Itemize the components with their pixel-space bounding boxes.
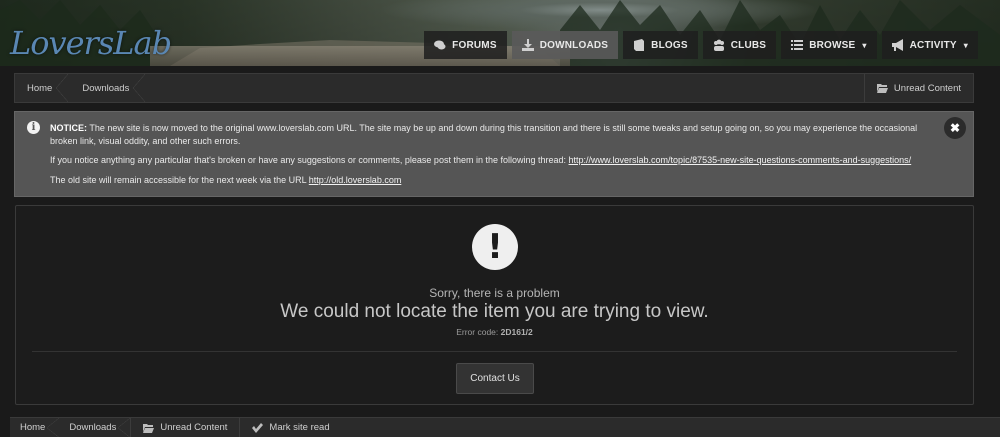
site-notice: i NOTICE: The new site is now moved to t… (14, 111, 974, 197)
error-panel: ! Sorry, there is a problem We could not… (15, 205, 974, 405)
site-logo[interactable]: LoversLab (10, 24, 172, 62)
site-header: LoversLab Forums Downloads Blogs Clubs B… (0, 0, 1000, 66)
footer-unread-content-link[interactable]: Unread Content (130, 418, 239, 437)
comments-icon (434, 40, 446, 50)
breadcrumb-home[interactable]: Home (15, 74, 69, 102)
notice-line-1: NOTICE: The new site is now moved to the… (50, 122, 935, 148)
nav-clubs[interactable]: Clubs (702, 31, 777, 59)
nav-blogs-label: Blogs (651, 39, 688, 51)
contact-us-button[interactable]: Contact Us (456, 363, 534, 394)
nav-forums[interactable]: Forums (424, 31, 507, 59)
chevron-down-icon: ▾ (862, 40, 867, 50)
nav-downloads[interactable]: Downloads (511, 31, 619, 59)
unread-content-link[interactable]: Unread Content (863, 74, 973, 102)
mark-site-read-label: Mark site read (269, 422, 330, 433)
chevron-down-icon: ▾ (963, 40, 968, 50)
divider (32, 351, 957, 352)
folder-open-icon (143, 423, 155, 433)
notice-line-3: The old site will remain accessible for … (50, 174, 935, 187)
close-icon[interactable]: ✖ (944, 117, 966, 139)
notice-line-2: If you notice anything any particular th… (50, 154, 935, 167)
footer-unread-content-label: Unread Content (160, 422, 228, 433)
notice-text-2: If you notice anything any particular th… (50, 155, 569, 165)
mark-site-read-link[interactable]: Mark site read (239, 418, 341, 437)
footer-breadcrumb: Home Downloads Unread Content Mark site … (10, 417, 1000, 437)
nav-activity-label: Activity (909, 39, 957, 51)
unread-content-label: Unread Content (893, 82, 961, 94)
error-message: We could not locate the item you are try… (280, 301, 709, 322)
error-code-value: 2D161/2 (500, 327, 533, 337)
book-icon (634, 39, 645, 51)
download-icon (521, 39, 534, 51)
nav-activity[interactable]: Activity ▾ (881, 31, 978, 59)
main-nav: Forums Downloads Blogs Clubs Browse ▾ Ac… (424, 31, 978, 59)
bullhorn-icon (891, 39, 903, 51)
exclamation-icon: ! (472, 224, 518, 270)
breadcrumb: Home Downloads Unread Content (14, 73, 974, 103)
check-icon (252, 422, 264, 433)
users-icon (713, 39, 724, 51)
error-sorry-text: Sorry, there is a problem (429, 286, 560, 300)
footer-breadcrumb-downloads[interactable]: Downloads (59, 418, 131, 437)
notice-text-3: The old site will remain accessible for … (50, 175, 309, 185)
nav-forums-label: Forums (452, 39, 497, 51)
notice-label: NOTICE: (50, 123, 87, 133)
notice-old-site-link[interactable]: http://old.loverslab.com (309, 175, 402, 185)
nav-browse-label: Browse (809, 39, 856, 51)
folder-open-icon (876, 84, 888, 93)
info-icon: i (27, 121, 40, 134)
error-code: Error code: 2D161/2 (16, 327, 973, 337)
notice-thread-link[interactable]: http://www.loverslab.com/topic/87535-new… (569, 155, 912, 165)
nav-clubs-label: Clubs (730, 39, 767, 51)
footer-breadcrumb-home[interactable]: Home (10, 418, 60, 437)
list-icon (791, 40, 804, 50)
breadcrumb-downloads[interactable]: Downloads (68, 74, 146, 102)
nav-blogs[interactable]: Blogs (623, 31, 698, 59)
nav-browse[interactable]: Browse ▾ (781, 31, 877, 59)
notice-text-1: The new site is now moved to the origina… (50, 123, 918, 146)
error-code-label: Error code: (456, 327, 501, 337)
nav-downloads-label: Downloads (539, 39, 609, 51)
